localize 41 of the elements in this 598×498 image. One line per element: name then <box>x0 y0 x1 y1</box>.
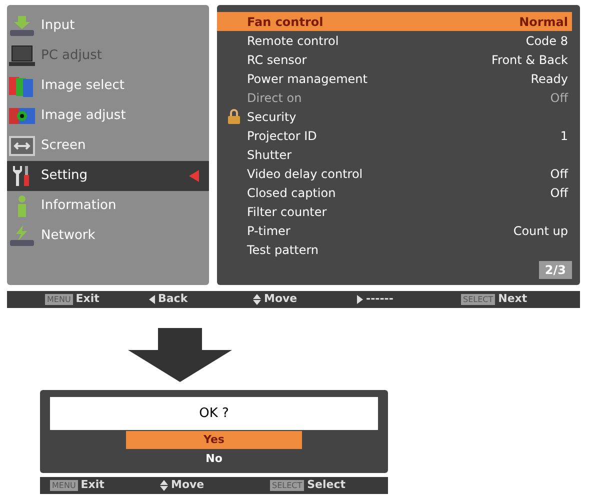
setting-row[interactable]: Power management Ready <box>217 69 572 88</box>
laptop-icon <box>9 45 35 67</box>
setting-row[interactable]: Closed caption Off <box>217 183 572 202</box>
guide-label: Select <box>307 477 346 494</box>
setting-row[interactable]: Shutter <box>217 145 572 164</box>
dialog-message: OK ? <box>50 397 378 430</box>
color-eye-icon <box>9 105 35 127</box>
dialog-option[interactable]: No <box>126 450 302 468</box>
setting-row[interactable]: RC sensor Front & Back <box>217 50 572 69</box>
setting-row[interactable]: Projector ID 1 <box>217 126 572 145</box>
guide-label: Back <box>158 291 188 308</box>
key-label: SELECT <box>461 294 496 305</box>
setting-row[interactable]: Security <box>217 107 572 126</box>
down-arrow-icon <box>128 328 232 382</box>
screen-icon <box>9 135 35 157</box>
pointer-triangle-icon <box>189 170 199 182</box>
menu-item[interactable]: Setting <box>7 161 209 191</box>
key-label: SELECT <box>270 480 304 491</box>
setting-row[interactable]: Test pattern <box>217 240 572 259</box>
guide-label: Move <box>171 477 204 494</box>
setting-row[interactable]: Fan control Normal <box>217 12 572 31</box>
setting-row[interactable]: Video delay control Off <box>217 164 572 183</box>
guide-label: Next <box>498 291 528 308</box>
key-label: MENU <box>45 294 73 305</box>
setting-row[interactable]: Remote control Code 8 <box>217 31 572 50</box>
up-down-icon <box>160 480 168 491</box>
setting-row[interactable]: P-timer Count up <box>217 221 572 240</box>
input-icon <box>9 15 35 37</box>
guide-label: Exit <box>76 291 100 308</box>
left-triangle-icon <box>149 295 155 304</box>
up-down-icon <box>253 294 261 305</box>
page-indicator: 2/3 <box>538 261 572 279</box>
color-cards-icon <box>9 75 35 97</box>
network-icon <box>9 225 35 247</box>
setting-row[interactable]: Filter counter <box>217 202 572 221</box>
key-label: MENU <box>50 480 78 491</box>
right-triangle-icon <box>357 295 363 304</box>
guide-label: Move <box>264 291 298 308</box>
guide-label: Exit <box>80 477 104 494</box>
dialog-option[interactable]: Yes <box>126 431 302 449</box>
guide-label: ------ <box>366 291 394 308</box>
